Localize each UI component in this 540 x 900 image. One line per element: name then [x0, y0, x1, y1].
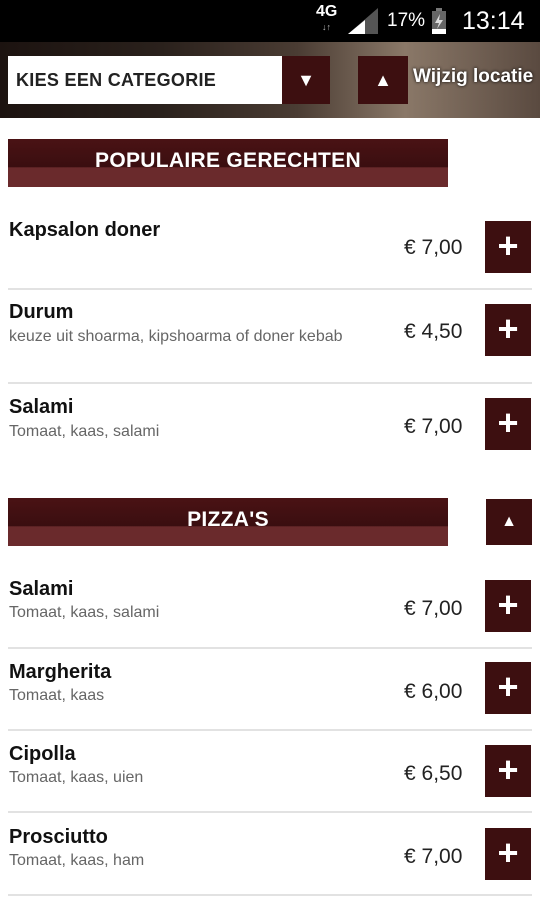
plus-icon: +: [497, 832, 519, 873]
add-to-cart-button[interactable]: +: [485, 221, 531, 273]
item-description: Tomaat, kaas, salami: [9, 423, 160, 440]
item-price: € 7,00: [404, 415, 463, 438]
status-bar: 4G ↓↑ 17% 13:14: [0, 0, 540, 42]
battery-icon: [432, 8, 446, 34]
item-description: Tomaat, kaas, ham: [9, 852, 145, 869]
item-name: Salami: [9, 578, 74, 600]
item-name: Prosciutto: [9, 826, 108, 848]
divider: [8, 647, 532, 649]
section-header-populaire: POPULAIRE GERECHTEN: [8, 139, 448, 187]
app-header: KIES EEN CATEGORIE ▼ ▲ Wijzig locatie: [0, 42, 540, 118]
triangle-up-icon: ▲: [374, 70, 392, 90]
divider: [8, 894, 532, 896]
category-dropdown-button[interactable]: ▼: [282, 56, 330, 104]
signal-icon: [348, 8, 378, 34]
item-name: Salami: [9, 396, 74, 418]
network-activity: ↓↑: [322, 22, 331, 32]
add-to-cart-button[interactable]: +: [485, 745, 531, 797]
item-description: Tomaat, kaas, salami: [9, 604, 160, 621]
divider: [8, 288, 532, 290]
add-to-cart-button[interactable]: +: [485, 662, 531, 714]
item-price: € 6,50: [404, 762, 463, 785]
item-name: Cipolla: [9, 743, 76, 765]
item-price: € 6,00: [404, 680, 463, 703]
change-location-label[interactable]: Wijzig locatie: [413, 66, 533, 88]
plus-icon: +: [497, 308, 519, 349]
plus-icon: +: [497, 584, 519, 625]
category-select-label: KIES EEN CATEGORIE: [16, 70, 217, 90]
item-price: € 4,50: [404, 320, 463, 343]
clock: 13:14: [462, 7, 525, 35]
item-price: € 7,00: [404, 845, 463, 868]
item-description: Tomaat, kaas: [9, 687, 105, 704]
network-type: 4G: [316, 3, 338, 20]
triangle-up-icon: ▲: [501, 513, 517, 530]
item-name: Margherita: [9, 661, 112, 683]
battery-percent: 17%: [387, 10, 426, 31]
add-to-cart-button[interactable]: +: [485, 828, 531, 880]
plus-icon: +: [497, 402, 519, 443]
add-to-cart-button[interactable]: +: [485, 304, 531, 356]
item-price: € 7,00: [404, 597, 463, 620]
plus-icon: +: [497, 666, 519, 707]
section-header-pizzas: PIZZA'S: [8, 498, 448, 546]
item-description: Tomaat, kaas, uien: [9, 769, 144, 786]
item-name: Kapsalon doner: [9, 219, 161, 241]
add-to-cart-button[interactable]: +: [485, 398, 531, 450]
item-name: Durum: [9, 301, 74, 323]
triangle-down-icon: ▼: [297, 70, 315, 90]
plus-icon: +: [497, 225, 519, 266]
divider: [8, 811, 532, 813]
change-location-button[interactable]: ▲: [358, 56, 408, 104]
collapse-section-button[interactable]: ▲: [486, 499, 532, 545]
item-price: € 7,00: [404, 236, 463, 259]
divider: [8, 729, 532, 731]
divider: [8, 382, 532, 384]
item-description: keuze uit shoarma, kipshoarma of doner k…: [9, 328, 343, 345]
plus-icon: +: [497, 749, 519, 790]
add-to-cart-button[interactable]: +: [485, 580, 531, 632]
